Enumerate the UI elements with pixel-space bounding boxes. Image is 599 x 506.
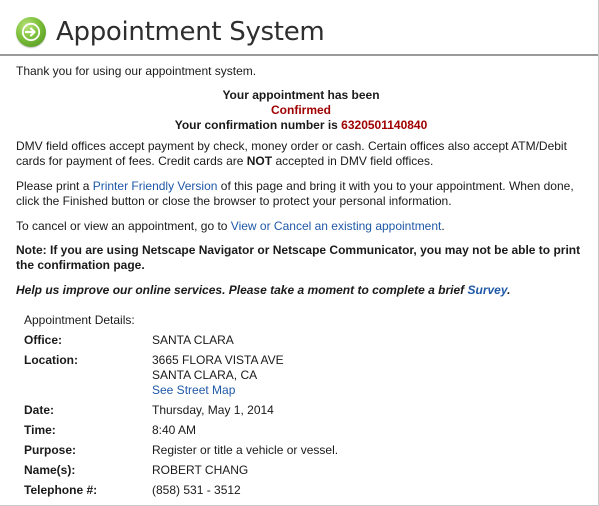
note-paragraph: Note: If you are using Netscape Navigato… bbox=[16, 243, 586, 273]
office-value: SANTA CLARA bbox=[152, 333, 234, 347]
view-cancel-appointment-link[interactable]: View or Cancel an existing appointment bbox=[231, 219, 442, 233]
payment-text-end: accepted in DMV field offices. bbox=[272, 154, 434, 168]
cancel-text-end: . bbox=[441, 219, 445, 233]
confirmation-number-prefix: Your confirmation number is bbox=[174, 118, 338, 132]
details-heading-row: Appointment Details: bbox=[24, 313, 584, 328]
header-divider bbox=[0, 54, 598, 56]
purpose-row: Purpose: Register or title a vehicle or … bbox=[24, 443, 584, 458]
intro-text: Thank you for using our appointment syst… bbox=[16, 64, 257, 78]
print-paragraph: Please print a Printer Friendly Version … bbox=[16, 179, 586, 209]
survey-paragraph: Help us improve our online services. Ple… bbox=[16, 283, 586, 298]
confirmation-status: Confirmed bbox=[271, 103, 331, 117]
confirmation-number-line: Your confirmation number is 632050114084… bbox=[16, 118, 586, 133]
confirmation-block: Your appointment has been Confirmed Your… bbox=[16, 88, 586, 133]
purpose-label: Purpose: bbox=[24, 443, 77, 457]
location-city: SANTA CLARA, CA bbox=[152, 368, 258, 382]
cancel-paragraph: To cancel or view an appointment, go to … bbox=[16, 219, 586, 234]
payment-emphasis: NOT bbox=[246, 154, 273, 168]
time-row: Time: 8:40 AM bbox=[24, 423, 584, 438]
street-map-link[interactable]: See Street Map bbox=[152, 383, 235, 397]
location-label: Location: bbox=[24, 353, 78, 367]
date-row: Date: Thursday, May 1, 2014 bbox=[24, 403, 584, 418]
page-header: Appointment System bbox=[16, 14, 325, 50]
print-text: Please print a bbox=[16, 179, 93, 193]
payment-paragraph: DMV field offices accept payment by chec… bbox=[16, 139, 586, 169]
date-value: Thursday, May 1, 2014 bbox=[152, 403, 274, 417]
names-label: Name(s): bbox=[24, 463, 76, 477]
names-value: ROBERT CHANG bbox=[152, 463, 249, 477]
printer-friendly-link[interactable]: Printer Friendly Version bbox=[93, 179, 218, 193]
telephone-row: Telephone #: (858) 531 - 3512 bbox=[24, 483, 584, 498]
confirmation-number: 6320501140840 bbox=[341, 118, 428, 132]
note-text: Note: If you are using Netscape Navigato… bbox=[16, 243, 581, 272]
confirmation-line: Your appointment has been bbox=[222, 88, 380, 102]
location-row: Location: 3665 FLORA VISTA AVE SANTA CLA… bbox=[24, 353, 584, 398]
survey-text-end: . bbox=[507, 283, 511, 297]
telephone-value: (858) 531 - 3512 bbox=[152, 483, 241, 497]
names-row: Name(s): ROBERT CHANG bbox=[24, 463, 584, 478]
purpose-value: Register or title a vehicle or vessel. bbox=[152, 443, 339, 457]
location-value: 3665 FLORA VISTA AVE SANTA CLARA, CA See… bbox=[152, 353, 584, 398]
time-value: 8:40 AM bbox=[152, 423, 197, 437]
cancel-text: To cancel or view an appointment, go to bbox=[16, 219, 231, 233]
office-row: Office: SANTA CLARA bbox=[24, 333, 584, 348]
office-label: Office: bbox=[24, 333, 63, 347]
arrow-right-circle-icon bbox=[16, 17, 46, 47]
date-label: Date: bbox=[24, 403, 55, 417]
intro-text-block: Thank you for using our appointment syst… bbox=[16, 64, 586, 79]
page-title: Appointment System bbox=[56, 17, 325, 47]
location-street: 3665 FLORA VISTA AVE bbox=[152, 353, 284, 367]
survey-text: Help us improve our online services. Ple… bbox=[16, 283, 468, 297]
time-label: Time: bbox=[24, 423, 56, 437]
appointment-details: Appointment Details: Office: SANTA CLARA… bbox=[24, 313, 584, 503]
details-heading: Appointment Details: bbox=[24, 313, 135, 327]
telephone-label: Telephone #: bbox=[24, 483, 98, 497]
survey-link[interactable]: Survey bbox=[468, 283, 508, 297]
